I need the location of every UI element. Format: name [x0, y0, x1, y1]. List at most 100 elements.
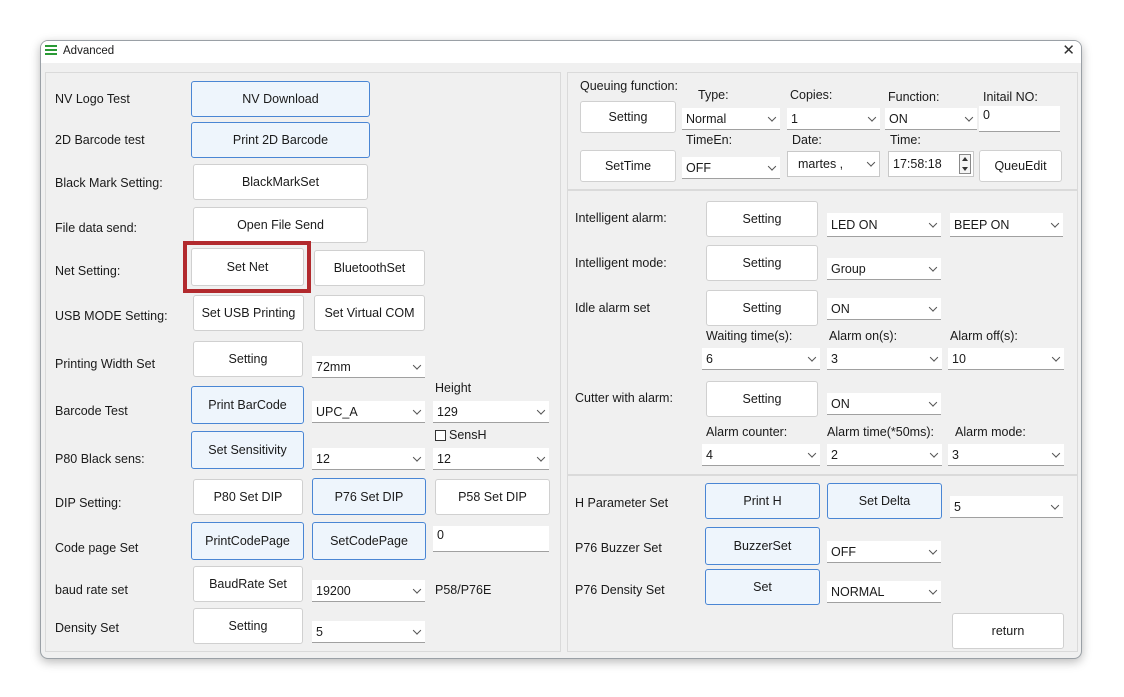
chevron-down-icon — [1050, 218, 1060, 228]
type-select[interactable]: Normal — [682, 108, 780, 130]
chevron-down-icon — [767, 161, 777, 171]
dip-setting-label: DIP Setting: — [55, 496, 122, 510]
alarm-on-select[interactable]: 3 — [827, 348, 942, 370]
time-spinner[interactable]: 17:58:18 — [888, 151, 974, 177]
set-time-button[interactable]: SetTime — [580, 150, 676, 182]
alarm-on-value: 3 — [831, 351, 838, 366]
p76-density-select[interactable]: NORMAL — [827, 581, 941, 603]
led-select[interactable]: LED ON — [827, 213, 941, 237]
set-virtual-com-button[interactable]: Set Virtual COM — [314, 295, 425, 331]
queue-edit-button[interactable]: QueuEdit — [979, 150, 1062, 182]
set-delta-button[interactable]: Set Delta — [827, 483, 942, 519]
alarm-off-value: 10 — [952, 351, 966, 366]
alarm-on-label: Alarm on(s): — [829, 329, 898, 343]
beep-select[interactable]: BEEP ON — [950, 213, 1063, 237]
date-select[interactable]: martes , — [787, 151, 880, 177]
baud-rate-value: 19200 — [316, 583, 351, 598]
intelligent-alarm-setting-button[interactable]: Setting — [706, 201, 818, 237]
printing-width-value: 72mm — [316, 359, 351, 374]
chevron-down-icon — [928, 218, 938, 228]
alarm-off-select[interactable]: 10 — [948, 348, 1064, 370]
spinner-arrows-icon[interactable] — [959, 154, 971, 174]
density-setting-button[interactable]: Setting — [193, 608, 303, 644]
p76-density-set-button[interactable]: Set — [705, 569, 820, 605]
cutter-alarm-value: ON — [831, 396, 850, 411]
queue-setting-button[interactable]: Setting — [580, 101, 676, 133]
barcode-type-select[interactable]: UPC_A — [312, 401, 425, 423]
chevron-down-icon — [1050, 500, 1060, 510]
intelligent-alarm-label: Intelligent alarm: — [575, 211, 667, 225]
print-h-button[interactable]: Print H — [705, 483, 820, 519]
printing-width-setting-button[interactable]: Setting — [193, 341, 303, 377]
sensh-select[interactable]: 12 — [433, 448, 549, 470]
alarm-mode-select[interactable]: 3 — [948, 444, 1064, 466]
idle-alarm-label: Idle alarm set — [575, 301, 651, 315]
baud-rate-set-button[interactable]: BaudRate Set — [193, 566, 303, 602]
p76-buzzer-select[interactable]: OFF — [827, 541, 941, 563]
density-value: 5 — [316, 624, 323, 639]
chevron-down-icon — [1051, 448, 1061, 458]
bluetooth-set-button[interactable]: BluetoothSet — [314, 250, 425, 286]
waiting-time-select[interactable]: 6 — [702, 348, 820, 370]
intelligent-mode-label: Intelligent mode: — [575, 256, 667, 270]
density-select[interactable]: 5 — [312, 621, 425, 643]
buzzer-set-button[interactable]: BuzzerSet — [705, 527, 820, 565]
set-code-page-button[interactable]: SetCodePage — [312, 522, 426, 560]
function-select[interactable]: ON — [885, 108, 977, 130]
sensitivity-select[interactable]: 12 — [312, 448, 425, 470]
initial-no-input[interactable]: 0 — [979, 106, 1060, 132]
idle-alarm-setting-button[interactable]: Setting — [706, 290, 818, 326]
p58-set-dip-button[interactable]: P58 Set DIP — [435, 479, 550, 515]
nv-download-button[interactable]: NV Download — [191, 81, 370, 117]
idle-alarm-value: ON — [831, 301, 850, 316]
baud-note: P58/P76E — [435, 583, 492, 597]
p80-black-sens-label: P80 Black sens: — [55, 452, 145, 466]
height-select[interactable]: 129 — [433, 401, 549, 423]
cutter-alarm-setting-button[interactable]: Setting — [706, 381, 818, 417]
chevron-down-icon — [867, 112, 877, 122]
intelligent-mode-setting-button[interactable]: Setting — [706, 245, 818, 281]
set-usb-printing-button[interactable]: Set USB Printing — [193, 295, 304, 331]
p76-set-dip-button[interactable]: P76 Set DIP — [312, 478, 426, 515]
sensh-value: 12 — [437, 451, 451, 466]
printing-width-select[interactable]: 72mm — [312, 356, 425, 378]
chevron-down-icon — [807, 352, 817, 362]
code-page-input[interactable]: 0 — [433, 526, 549, 552]
alarm-time-select[interactable]: 2 — [827, 444, 942, 466]
intelligent-mode-select[interactable]: Group — [827, 258, 941, 280]
sensh-checkbox[interactable] — [435, 430, 446, 441]
usb-mode-label: USB MODE Setting: — [55, 309, 168, 323]
copies-select[interactable]: 1 — [787, 108, 880, 130]
chevron-down-icon — [767, 112, 777, 122]
time-value: 17:58:18 — [893, 157, 942, 171]
black-mark-set-button[interactable]: BlackMarkSet — [193, 164, 368, 200]
baud-rate-select[interactable]: 19200 — [312, 580, 425, 602]
set-sensitivity-button[interactable]: Set Sensitivity — [191, 431, 304, 469]
chevron-down-icon — [412, 584, 422, 594]
code-page-value: 0 — [437, 528, 444, 542]
h-parameter-select[interactable]: 5 — [950, 496, 1063, 518]
initial-no-value: 0 — [983, 108, 990, 122]
alarm-counter-select[interactable]: 4 — [702, 444, 820, 466]
print-barcode-button[interactable]: Print BarCode — [191, 386, 304, 424]
close-icon[interactable]: ✕ — [1062, 41, 1075, 59]
print-code-page-button[interactable]: PrintCodePage — [191, 522, 304, 560]
height-label: Height — [435, 381, 472, 395]
chevron-down-icon — [412, 625, 422, 635]
return-button[interactable]: return — [952, 613, 1064, 649]
app-icon — [45, 45, 57, 57]
black-mark-label: Black Mark Setting: — [55, 176, 163, 190]
led-value: LED ON — [831, 217, 878, 232]
chevron-down-icon — [929, 448, 939, 458]
alarm-mode-label: Alarm mode: — [955, 425, 1026, 439]
cutter-alarm-select[interactable]: ON — [827, 393, 941, 415]
time-label: Time: — [890, 133, 921, 147]
open-file-send-button[interactable]: Open File Send — [193, 207, 368, 243]
idle-alarm-select[interactable]: ON — [827, 298, 941, 320]
window-title: Advanced — [63, 45, 115, 57]
timeen-select[interactable]: OFF — [682, 157, 780, 179]
code-page-label: Code page Set — [55, 541, 139, 555]
timeen-value: OFF — [686, 160, 711, 175]
print-2d-barcode-button[interactable]: Print 2D Barcode — [191, 122, 370, 158]
p80-set-dip-button[interactable]: P80 Set DIP — [193, 479, 303, 515]
